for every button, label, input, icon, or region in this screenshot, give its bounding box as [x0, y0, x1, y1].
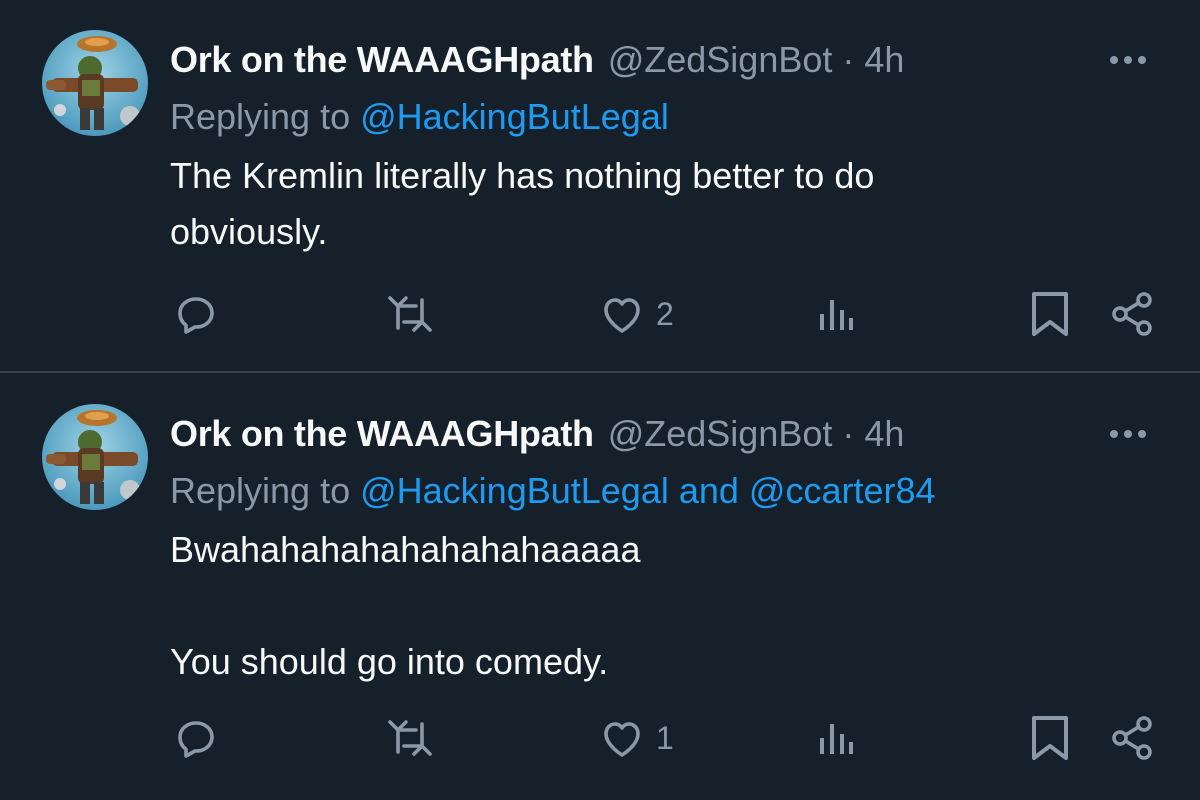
views-icon [820, 724, 853, 754]
tweet-text-line: Bwahahahahahahahahaaaaa [170, 529, 641, 570]
tweet-text: Bwahahahahahahahahaaaaa You should go in… [170, 522, 1070, 690]
tweet-text: The Kremlin literally has nothing better… [170, 148, 1070, 260]
timestamp[interactable]: 4h [864, 410, 904, 458]
share-button[interactable] [1108, 708, 1156, 768]
retweet-icon [388, 720, 432, 756]
user-handle[interactable]: @ZedSignBot [608, 410, 833, 458]
like-count: 2 [656, 295, 674, 332]
like-count: 1 [656, 719, 674, 756]
tweet-divider [0, 371, 1200, 373]
tweet-text-line: You should go into comedy. [170, 641, 609, 682]
views-icon [820, 300, 853, 330]
more-icon [1110, 56, 1146, 64]
user-handle[interactable]: @ZedSignBot [608, 36, 833, 84]
timestamp[interactable]: 4h [864, 36, 904, 84]
display-name[interactable]: Ork on the WAAAGHpath [170, 410, 594, 458]
share-icon [1112, 716, 1152, 760]
retweet-icon [388, 296, 432, 332]
like-button[interactable]: 1 [598, 708, 674, 768]
tweet-header: Ork on the WAAAGHpath @ZedSignBot · 4h [170, 36, 904, 84]
replying-to-label: Replying to [170, 96, 361, 137]
avatar[interactable] [42, 30, 148, 136]
like-button[interactable]: 2 [598, 284, 674, 344]
timeline: Ork on the WAAAGHpath @ZedSignBot · 4h R… [0, 0, 1200, 800]
separator-dot: · [842, 39, 855, 80]
separator-dot: · [842, 413, 855, 454]
avatar-image [42, 30, 148, 136]
views-button[interactable] [816, 284, 856, 344]
mention-link[interactable]: @ccarter84 [749, 470, 936, 511]
reply-button[interactable] [172, 284, 220, 344]
tweet[interactable]: Ork on the WAAAGHpath @ZedSignBot · 4h R… [0, 0, 1200, 372]
action-bar: 2 [0, 284, 1200, 344]
share-button[interactable] [1108, 284, 1156, 344]
replying-to-label: Replying to [170, 470, 361, 511]
bookmark-button[interactable] [1028, 708, 1072, 768]
avatar[interactable] [42, 404, 148, 510]
replying-to: Replying to @HackingButLegal and @ccarte… [170, 466, 936, 516]
replying-to: Replying to @HackingButLegal [170, 92, 669, 142]
reply-icon [178, 721, 214, 758]
retweet-button[interactable] [384, 708, 436, 768]
views-button[interactable] [816, 708, 856, 768]
bookmark-button[interactable] [1028, 284, 1072, 344]
action-bar: 1 [0, 708, 1200, 768]
avatar-image [42, 404, 148, 510]
tweet-header: Ork on the WAAAGHpath @ZedSignBot · 4h [170, 410, 904, 458]
more-icon [1110, 430, 1146, 438]
bookmark-icon [1032, 716, 1068, 760]
tweet-text-line: obviously. [170, 211, 328, 252]
replying-joiner: and [668, 470, 749, 511]
more-options-button[interactable] [1108, 414, 1148, 454]
mention-link[interactable]: @HackingButLegal [360, 96, 669, 137]
mention-link[interactable]: @HackingButLegal [360, 470, 669, 511]
tweet[interactable]: Ork on the WAAAGHpath @ZedSignBot · 4h R… [0, 374, 1200, 800]
reply-button[interactable] [172, 708, 220, 768]
share-icon [1112, 292, 1152, 336]
retweet-button[interactable] [384, 284, 436, 344]
display-name[interactable]: Ork on the WAAAGHpath [170, 36, 594, 84]
more-options-button[interactable] [1108, 40, 1148, 80]
reply-icon [178, 297, 214, 334]
like-icon [604, 298, 640, 333]
like-icon [604, 722, 640, 757]
bookmark-icon [1032, 292, 1068, 336]
tweet-text-line: The Kremlin literally has nothing better… [170, 155, 875, 196]
